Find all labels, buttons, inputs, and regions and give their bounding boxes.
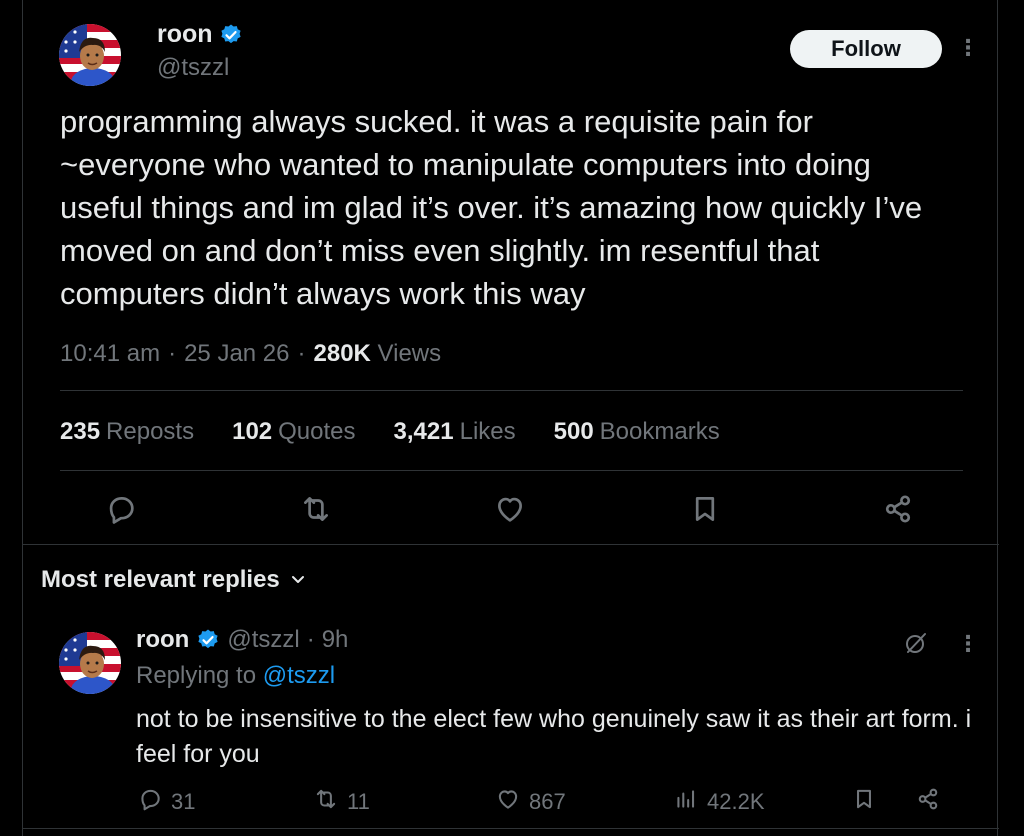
reply-author-name[interactable]: roon [136, 626, 189, 654]
avatar[interactable] [59, 24, 121, 86]
divider [23, 544, 999, 545]
reply-icon [137, 786, 163, 818]
repost-icon [313, 786, 339, 818]
reply-like-button[interactable]: 867 [495, 786, 566, 818]
views-icon [673, 786, 699, 818]
like-icon[interactable] [493, 492, 527, 526]
replying-to: Replying to @tszzl [136, 662, 335, 690]
reply-bookmark-button[interactable] [851, 786, 877, 818]
replies-sort-toggle[interactable]: Most relevant replies [41, 566, 306, 594]
post-stats: 235 Reposts 102 Quotes 3,421 Likes 500 Bookm… [60, 418, 758, 446]
more-icon[interactable]: ⋮ [957, 37, 979, 59]
post-time[interactable]: 10:41 am [60, 340, 160, 368]
bookmark-icon[interactable] [688, 492, 722, 526]
reply-share-button[interactable] [915, 786, 941, 818]
replying-to-link[interactable]: @tszzl [263, 662, 335, 689]
stat-bookmarks[interactable]: 500 Bookmarks [554, 418, 720, 446]
reply-text: not to be insensitive to the elect few w… [136, 705, 972, 768]
like-count: 867 [529, 789, 566, 814]
author-handle[interactable]: @tszzl [157, 54, 229, 82]
stat-quotes[interactable]: 102 Quotes [232, 418, 355, 446]
stat-reposts[interactable]: 235 Reposts [60, 418, 194, 446]
reply-icon[interactable] [104, 492, 138, 526]
post-date[interactable]: 25 Jan 26 [184, 340, 289, 368]
verified-badge-icon [196, 628, 220, 652]
bookmark-icon [851, 786, 877, 818]
more-icon[interactable]: ⋮ [957, 633, 979, 655]
post-meta: 10:41 am · 25 Jan 26 · 280K Views [60, 340, 441, 368]
separator-dot: · [306, 626, 315, 653]
share-icon[interactable] [881, 492, 915, 526]
like-icon [495, 786, 521, 818]
reply-age[interactable]: 9h [322, 626, 349, 654]
grok-icon[interactable] [903, 630, 929, 656]
stat-likes[interactable]: 3,421 Likes [394, 418, 516, 446]
views-count: 42.2K [707, 789, 765, 814]
repost-count: 11 [347, 789, 370, 814]
separator-dot: · [297, 340, 306, 367]
reply-author-row: roon @tszzl · 9h [136, 626, 348, 654]
author-row: roon [157, 20, 243, 49]
views-count: 280K [313, 340, 371, 367]
share-icon [915, 786, 941, 818]
replying-label: Replying to [136, 662, 257, 689]
reply-views-button[interactable]: 42.2K [673, 786, 765, 818]
post-text: programming always sucked. it was a requ… [60, 104, 923, 311]
reply-reply-button[interactable]: 31 [137, 786, 195, 818]
divider [60, 470, 963, 471]
post-detail: roon @tszzl Follow ⋮ programming always … [22, 0, 999, 836]
reply-actions: 31 11 867 42.2K [23, 786, 999, 816]
reply-count: 31 [171, 789, 196, 814]
divider [60, 390, 963, 391]
reply-avatar[interactable] [59, 632, 121, 694]
reply-author-handle[interactable]: @tszzl [227, 626, 299, 654]
separator-dot: · [168, 340, 177, 367]
verified-badge-icon [219, 23, 243, 47]
views-label: Views [377, 340, 442, 367]
follow-button[interactable]: Follow [790, 30, 942, 68]
divider [23, 828, 999, 829]
author-name[interactable]: roon [157, 20, 213, 49]
chevron-down-icon [290, 566, 306, 594]
reply-repost-button[interactable]: 11 [313, 786, 370, 818]
replies-section-title: Most relevant replies [41, 566, 280, 593]
repost-icon[interactable] [299, 492, 333, 526]
